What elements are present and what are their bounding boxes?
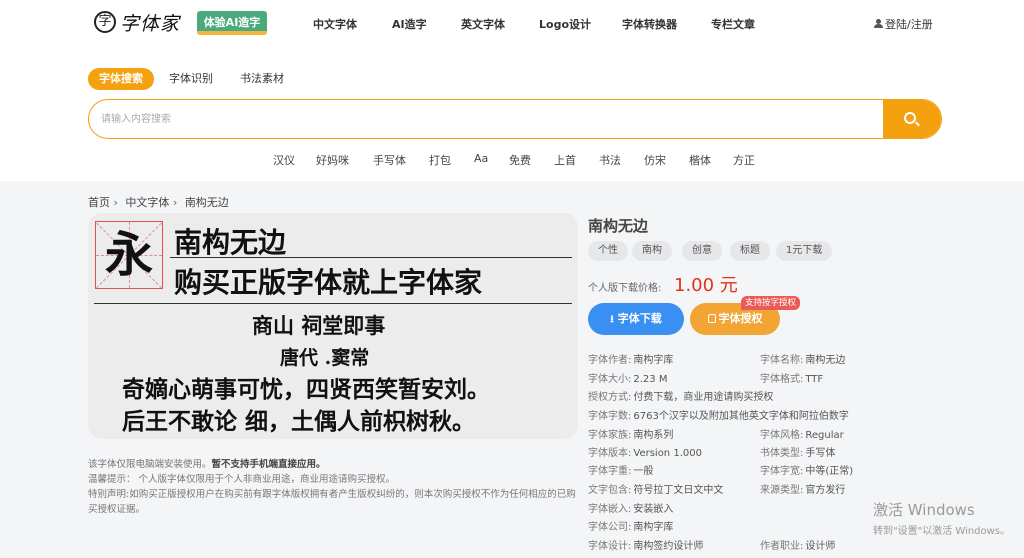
- detail-format: 字体格式: TTF: [760, 374, 824, 385]
- logo-mark-icon: 字: [94, 11, 116, 33]
- nav-font-converter[interactable]: 字体转换器: [622, 16, 677, 32]
- license-icon: [707, 314, 716, 323]
- ai-font-badge-button[interactable]: 体验AI造字: [197, 11, 267, 35]
- detail-font-name: 字体名称: 南构无边: [760, 355, 846, 366]
- hot-keyword[interactable]: 汉仪: [273, 152, 295, 168]
- search-button[interactable]: [883, 100, 941, 138]
- detail-weight: 字体字重: 一般: [588, 466, 654, 477]
- activation-title: 激活 Windows: [873, 501, 975, 519]
- hot-keyword[interactable]: 打包: [429, 152, 451, 168]
- hot-keyword[interactable]: 上首: [554, 152, 576, 168]
- nav-articles[interactable]: 专栏文章: [711, 16, 755, 32]
- note-personal-license: 温馨提示： 个人版字体仅限用于个人非商业用途，商业用途请购买授权。: [88, 474, 396, 485]
- site-logo[interactable]: 字 字体家: [94, 9, 190, 37]
- detail-embedding: 字体嵌入: 安装嵌入: [588, 504, 674, 515]
- tag-item[interactable]: 南构: [632, 241, 672, 261]
- tag-item[interactable]: 标题: [730, 241, 770, 261]
- per-character-license-badge: 支持按字授权: [741, 296, 801, 310]
- preview-poem-line: 奇嫡心萌事可忧，四贤西笑暂安刘。: [122, 376, 490, 403]
- font-detail-section: 首页 › 中文字体 › 南构无边 永 南构无边 购买正版字体就上字体家 商山 祠…: [0, 181, 1024, 558]
- tag-item[interactable]: 1元下载: [776, 241, 833, 261]
- hot-keyword[interactable]: 好妈咪: [316, 152, 349, 168]
- detail-author: 字体作者: 南构字库: [588, 355, 674, 366]
- detail-family: 字体家族: 南构系列: [588, 430, 674, 441]
- activation-subtitle: 转到"设置"以激活 Windows。: [873, 526, 1011, 537]
- nav-chinese-fonts[interactable]: 中文字体: [313, 16, 357, 32]
- nav-english-fonts[interactable]: 英文字体: [461, 16, 505, 32]
- tag-item[interactable]: 个性: [588, 241, 628, 261]
- preview-font-name: 南构无边: [174, 226, 287, 259]
- note-special-statement: 特别声明:如购买正版授权用户在购买前有跟字体版权拥有者产生版权纠纷的，则本次购买…: [88, 489, 576, 515]
- search-input[interactable]: [101, 100, 881, 138]
- detail-company: 字体公司: 南构字库: [588, 522, 674, 533]
- top-navbar: 字 字体家 体验AI造字 中文字体 AI造字 英文字体 Logo设计 字体转换器…: [0, 0, 1024, 50]
- preview-divider: [170, 257, 572, 258]
- chevron-right-icon: ›: [113, 196, 118, 209]
- download-font-button[interactable]: ⭳ 字体下载: [588, 303, 684, 335]
- hot-keyword[interactable]: 免费: [509, 152, 531, 168]
- hot-keyword[interactable]: Aa: [474, 152, 488, 165]
- detail-size: 字体大小: 2.23 M: [588, 374, 668, 385]
- logo-text: 字体家: [120, 13, 181, 35]
- detail-charset: 文字包含: 符号拉丁文日文中文: [588, 485, 724, 496]
- login-label: 登陆/注册: [885, 18, 933, 31]
- chevron-right-icon: ›: [172, 196, 178, 209]
- user-icon: [874, 19, 883, 28]
- nav-ai-create[interactable]: AI造字: [392, 16, 427, 32]
- price-value: 1.00 元: [674, 275, 738, 296]
- breadcrumb-home[interactable]: 首页: [88, 196, 110, 209]
- hot-keyword[interactable]: 手写体: [373, 152, 406, 168]
- tab-font-recognition[interactable]: 字体识别: [169, 68, 213, 90]
- detail-width: 字体字宽: 中等(正常): [760, 466, 854, 477]
- hot-keyword[interactable]: 书法: [599, 152, 621, 168]
- detail-designer: 字体设计: 南构签约设计师: [588, 541, 704, 552]
- tab-font-search[interactable]: 字体搜索: [88, 68, 154, 90]
- note-install: 该字体仅限电脑端安装使用。暂不支持手机端直接应用。: [88, 459, 326, 470]
- usage-notes: 该字体仅限电脑端安装使用。暂不支持手机端直接应用。 温馨提示： 个人版字体仅限用…: [88, 457, 578, 517]
- breadcrumb-current: 南构无边: [184, 196, 229, 209]
- windows-activation-watermark: 激活 Windows 转到"设置"以激活 Windows。: [873, 499, 1010, 537]
- preview-divider: [94, 303, 572, 304]
- yong-character: 永: [104, 227, 153, 283]
- yong-character-grid: 永: [95, 221, 163, 289]
- detail-author-job: 作者职业: 设计师: [760, 541, 836, 552]
- detail-version: 字体版本: Version 1.000: [588, 448, 702, 459]
- font-title: 南构无边: [588, 217, 649, 235]
- detail-char-count: 字体字数: 6763个汉字以及附加其他英文字体和阿拉伯数字: [588, 411, 849, 422]
- breadcrumb: 首页 › 中文字体 › 南构无边: [88, 194, 233, 210]
- preview-slogan: 购买正版字体就上字体家: [174, 266, 483, 299]
- nav-logo-design[interactable]: Logo设计: [539, 16, 591, 32]
- search-icon: [904, 112, 916, 124]
- breadcrumb-chinese-fonts[interactable]: 中文字体: [125, 196, 169, 209]
- detail-license: 授权方式: 付费下载，商业用途请购买授权: [588, 392, 774, 403]
- hot-keyword[interactable]: 仿宋: [644, 152, 666, 168]
- hot-keyword[interactable]: 楷体: [689, 152, 711, 168]
- preview-poem-line: 后王不敢论 细，土偶人前枳树秋。: [122, 408, 476, 435]
- download-icon: ⭳: [610, 314, 614, 325]
- login-register-link[interactable]: 登陆/注册: [874, 16, 933, 32]
- preview-poem-author: 唐代 .窦常: [280, 347, 370, 369]
- detail-style: 字体风格: Regular: [760, 430, 844, 441]
- hot-keyword[interactable]: 方正: [733, 152, 755, 168]
- detail-source: 来源类型: 官方发行: [760, 485, 846, 496]
- font-preview-image: 永 南构无边 购买正版字体就上字体家 商山 祠堂即事 唐代 .窦常 奇嫡心萌事可…: [88, 213, 578, 439]
- search-bar: [88, 99, 942, 139]
- tag-item[interactable]: 创意: [682, 241, 722, 261]
- detail-script-type: 书体类型: 手写体: [760, 448, 836, 459]
- price-label: 个人版下载价格:: [588, 283, 662, 294]
- tab-calligraphy-materials[interactable]: 书法素材: [240, 68, 284, 90]
- preview-poem-title: 商山 祠堂即事: [252, 313, 386, 338]
